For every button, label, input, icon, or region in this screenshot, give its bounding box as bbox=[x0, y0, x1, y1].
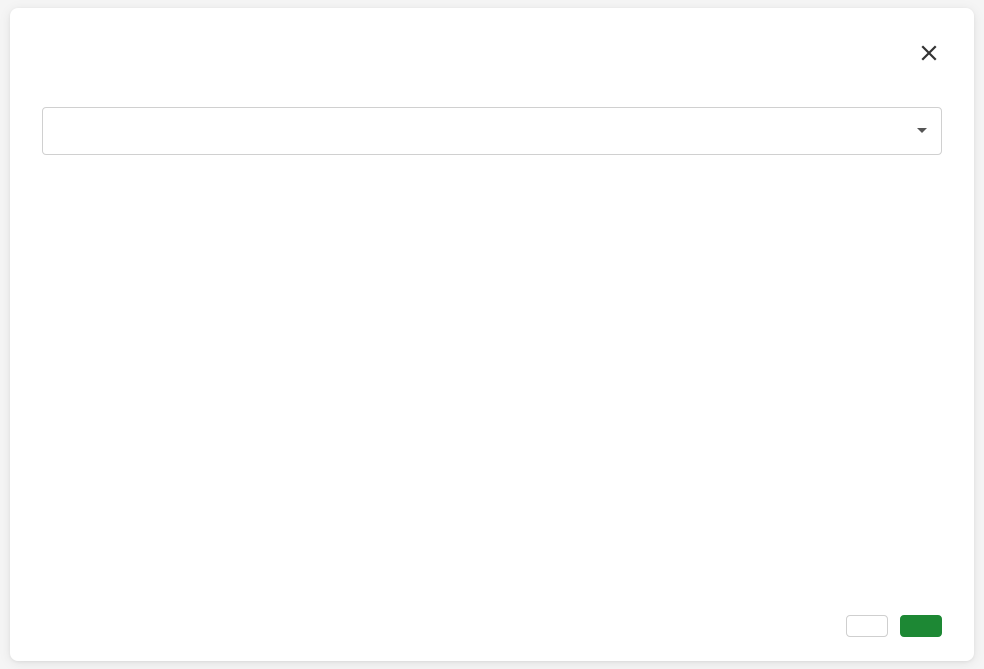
configure-view-modal bbox=[10, 8, 974, 661]
column-select-wrapper bbox=[42, 107, 942, 155]
add-columns-section bbox=[42, 97, 942, 183]
manage-columns-section bbox=[42, 183, 942, 193]
close-button[interactable] bbox=[916, 40, 942, 69]
cancel-button[interactable] bbox=[846, 615, 888, 637]
apply-button[interactable] bbox=[900, 615, 942, 637]
column-select[interactable] bbox=[42, 107, 942, 155]
modal-header bbox=[42, 40, 942, 69]
modal-footer bbox=[42, 615, 942, 637]
close-icon bbox=[920, 44, 938, 65]
